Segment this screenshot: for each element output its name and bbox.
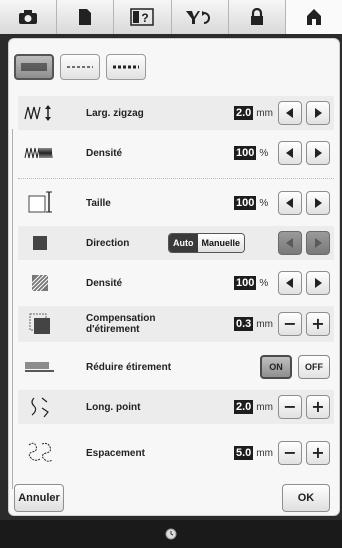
left-arrow-icon bbox=[286, 198, 293, 208]
stitch-mode-selector bbox=[14, 54, 146, 80]
size-increase-button[interactable] bbox=[306, 191, 330, 215]
left-arrow-icon bbox=[286, 108, 293, 118]
size-decrease-button[interactable] bbox=[278, 191, 302, 215]
reduce-stretch-on-button[interactable]: ON bbox=[260, 355, 292, 379]
stitch-length-plus-button[interactable]: + bbox=[306, 395, 330, 419]
direction-square-icon bbox=[33, 236, 47, 250]
fill-density-value: 100% bbox=[234, 276, 269, 290]
row-spacing: Espacement 5.0 mm − + bbox=[18, 436, 334, 470]
size-label: Taille bbox=[86, 197, 111, 209]
svg-text:?: ? bbox=[142, 11, 149, 25]
density-increase-button[interactable] bbox=[306, 141, 330, 165]
row-direction: Direction Auto Manuelle bbox=[18, 226, 334, 260]
reduce-stretch-label: Réduire étirement bbox=[86, 361, 172, 373]
direction-manual-button[interactable]: Manuelle bbox=[197, 234, 245, 252]
tab-camera[interactable] bbox=[0, 0, 58, 34]
triple-stitch-icon bbox=[113, 65, 139, 69]
pull-compensation-label: Compensation d'étirement bbox=[86, 313, 156, 335]
row-density-fill: Densité 100% bbox=[18, 266, 334, 300]
zigzag-decrease-button[interactable] bbox=[278, 101, 302, 125]
left-arrow-icon bbox=[286, 238, 293, 248]
left-arrow-icon bbox=[286, 278, 293, 288]
row-stitch-length: Long. point 2.0 mm − + bbox=[18, 390, 334, 424]
spacing-icon bbox=[28, 442, 53, 462]
satin-stitch-icon bbox=[21, 63, 47, 71]
direction-decrease-button[interactable] bbox=[278, 231, 302, 255]
left-arrow-icon bbox=[286, 148, 293, 158]
help-icon: ? bbox=[130, 8, 155, 26]
row-reduce-stretch: Réduire étirement ON OFF bbox=[18, 350, 334, 384]
right-arrow-icon bbox=[315, 238, 322, 248]
satin-mode-button[interactable] bbox=[14, 54, 54, 80]
right-arrow-icon bbox=[315, 278, 322, 288]
spacing-plus-button[interactable]: + bbox=[306, 441, 330, 465]
fill-density-decrease-button[interactable] bbox=[278, 271, 302, 295]
stitch-length-minus-button[interactable]: − bbox=[278, 395, 302, 419]
plus-icon: + bbox=[311, 314, 325, 333]
tab-thread[interactable] bbox=[171, 0, 229, 34]
stitch-length-label: Long. point bbox=[86, 401, 141, 413]
spacing-value: 5.0 mm bbox=[234, 446, 273, 460]
zigzag-width-value: 2.0 mm bbox=[234, 106, 273, 120]
row-pull-compensation: Compensation d'étirement 0.3 mm − + bbox=[18, 306, 334, 342]
fill-density-increase-button[interactable] bbox=[306, 271, 330, 295]
spacing-minus-button[interactable]: − bbox=[278, 441, 302, 465]
plus-icon: + bbox=[311, 443, 325, 462]
camera-icon bbox=[19, 10, 38, 24]
direction-increase-button[interactable] bbox=[306, 231, 330, 255]
compensation-minus-button[interactable]: − bbox=[278, 312, 302, 336]
page-icon bbox=[79, 9, 92, 25]
lock-icon bbox=[250, 8, 263, 25]
row-density-satin: Densité 100% bbox=[18, 136, 334, 170]
density-zigzag-icon bbox=[24, 147, 53, 159]
reduce-stretch-off-button[interactable]: OFF bbox=[298, 355, 330, 379]
top-tab-bar: ? bbox=[0, 0, 342, 34]
right-arrow-icon bbox=[315, 148, 322, 158]
zigzag-width-icon bbox=[24, 105, 51, 121]
zigzag-increase-button[interactable] bbox=[306, 101, 330, 125]
direction-mode-toggle: Auto Manuelle bbox=[168, 233, 246, 253]
minus-icon: − bbox=[283, 314, 297, 333]
stitch-length-value: 2.0 mm bbox=[234, 400, 273, 414]
tab-page[interactable] bbox=[57, 0, 115, 34]
pull-compensation-icon bbox=[29, 313, 50, 334]
row-zigzag-width: Larg. zigzag 2.0 mm bbox=[18, 96, 334, 130]
right-arrow-icon bbox=[315, 108, 322, 118]
ok-button[interactable]: OK bbox=[282, 484, 330, 512]
right-arrow-icon bbox=[315, 198, 322, 208]
running-stitch-icon bbox=[67, 66, 93, 68]
minus-icon: − bbox=[283, 443, 297, 462]
section-separator bbox=[18, 178, 334, 179]
divider bbox=[12, 129, 13, 489]
tab-help[interactable]: ? bbox=[114, 0, 172, 34]
clock-icon[interactable] bbox=[165, 528, 177, 540]
compensation-plus-button[interactable]: + bbox=[306, 312, 330, 336]
fill-density-icon bbox=[31, 274, 49, 292]
direction-label: Direction bbox=[86, 237, 130, 249]
reduce-stretch-toggle: ON OFF bbox=[260, 355, 330, 379]
reduce-stretch-icon bbox=[25, 362, 54, 372]
minus-icon: − bbox=[283, 397, 297, 416]
status-bar bbox=[0, 520, 342, 548]
plus-icon: + bbox=[311, 397, 325, 416]
tab-lock[interactable] bbox=[228, 0, 286, 34]
zigzag-width-label: Larg. zigzag bbox=[86, 107, 144, 119]
fill-density-label: Densité bbox=[86, 277, 123, 289]
thread-icon bbox=[185, 11, 210, 24]
row-size: Taille 100% bbox=[18, 186, 334, 220]
running-mode-button[interactable] bbox=[60, 54, 100, 80]
home-icon bbox=[306, 9, 321, 25]
size-value: 100% bbox=[234, 196, 269, 210]
cancel-button[interactable]: Annuler bbox=[14, 484, 64, 512]
spacing-label: Espacement bbox=[86, 447, 145, 459]
pull-compensation-value: 0.3 mm bbox=[234, 317, 273, 331]
stitch-length-icon bbox=[31, 397, 49, 418]
density-decrease-button[interactable] bbox=[278, 141, 302, 165]
tab-home[interactable] bbox=[285, 0, 342, 34]
triple-mode-button[interactable] bbox=[106, 54, 146, 80]
direction-auto-button[interactable]: Auto bbox=[169, 234, 198, 252]
density-value: 100% bbox=[234, 146, 269, 160]
density-label: Densité bbox=[86, 147, 123, 159]
size-icon bbox=[28, 191, 52, 213]
